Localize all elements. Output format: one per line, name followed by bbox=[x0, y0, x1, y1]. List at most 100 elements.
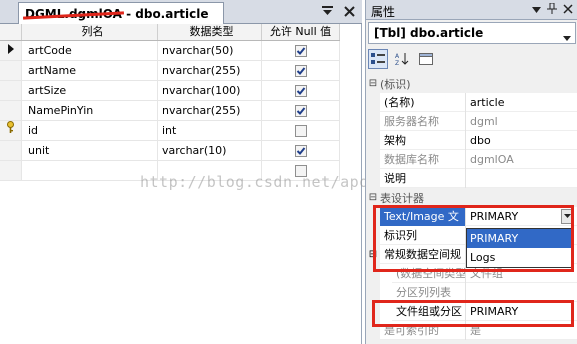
properties-panel: 属性 [Tbl] dbo.article AZ ⊟ (标识) (名称) arti… bbox=[365, 0, 577, 344]
chevron-down-icon bbox=[563, 30, 571, 44]
column-name-cell[interactable] bbox=[22, 161, 158, 180]
dropdown-arrow-icon[interactable] bbox=[561, 208, 574, 224]
property-schema[interactable]: 架构 dbo bbox=[366, 130, 577, 150]
table-row[interactable]: artCode nvarchar(50) bbox=[0, 41, 340, 61]
row-selector[interactable] bbox=[0, 121, 22, 140]
window-position-dropdown-icon[interactable] bbox=[532, 3, 541, 17]
row-selector[interactable] bbox=[0, 61, 22, 80]
properties-grid: ⊟ (标识) (名称) article 服务器名称 dgml 架构 dbo 数据库名称… bbox=[366, 74, 577, 340]
property-label: 标识列 bbox=[380, 225, 466, 245]
allow-null-checkbox[interactable] bbox=[294, 164, 307, 177]
alphabetical-view-icon[interactable]: AZ bbox=[392, 49, 412, 69]
data-type-header[interactable]: 数据类型 bbox=[158, 24, 262, 40]
collapse-icon[interactable]: ⊟ bbox=[366, 78, 380, 89]
dropdown-option-logs[interactable]: Logs bbox=[467, 248, 572, 267]
row-selector[interactable] bbox=[0, 101, 22, 120]
primary-key-icon bbox=[6, 121, 15, 140]
dropdown-option-primary[interactable]: PRIMARY bbox=[467, 229, 572, 248]
collapse-icon[interactable]: ⊟ bbox=[366, 192, 380, 203]
object-selector-value: [Tbl] dbo.article bbox=[374, 26, 484, 40]
properties-title: 属性 bbox=[371, 5, 396, 19]
table-row[interactable]: artName nvarchar(255) bbox=[0, 61, 340, 81]
column-name-cell[interactable]: artName bbox=[22, 61, 158, 80]
data-type-cell[interactable] bbox=[158, 161, 262, 180]
row-selector[interactable] bbox=[0, 141, 22, 160]
property-filegroup-or-partition[interactable]: 文件组或分区 PRIMARY bbox=[366, 301, 577, 321]
property-label: 是可索引的 bbox=[380, 320, 466, 340]
property-label: (数据空间类型) bbox=[392, 263, 466, 283]
property-is-indexable[interactable]: 是可索引的是 bbox=[366, 320, 577, 340]
property-database-name[interactable]: 数据库名称 dgmlOA bbox=[366, 149, 577, 169]
data-type-cell[interactable]: nvarchar(100) bbox=[158, 81, 262, 100]
data-type-cell[interactable]: varchar(10) bbox=[158, 141, 262, 160]
row-selector[interactable] bbox=[0, 81, 22, 100]
allow-null-checkbox[interactable] bbox=[294, 64, 307, 77]
column-name-header[interactable]: 列名 bbox=[22, 24, 158, 40]
property-text-image-filegroup[interactable]: Text/Image 文 PRIMARY bbox=[366, 206, 577, 226]
row-selector-header bbox=[0, 24, 22, 40]
column-name-cell[interactable]: artCode bbox=[22, 41, 158, 60]
table-row[interactable]: NamePinYin nvarchar(255) bbox=[0, 101, 340, 121]
allow-null-checkbox[interactable] bbox=[294, 44, 307, 57]
row-selector[interactable] bbox=[0, 41, 22, 60]
allow-null-cell bbox=[262, 81, 340, 100]
svg-text:Z: Z bbox=[395, 60, 399, 66]
close-icon[interactable] bbox=[342, 4, 356, 18]
property-label: 服务器名称 bbox=[380, 111, 466, 131]
property-value[interactable] bbox=[466, 169, 577, 188]
property-value[interactable]: dbo bbox=[466, 131, 577, 150]
object-selector[interactable]: [Tbl] dbo.article bbox=[368, 22, 576, 44]
data-type-cell[interactable]: int bbox=[158, 121, 262, 140]
column-name-cell[interactable]: unit bbox=[22, 141, 158, 160]
allow-null-cell bbox=[262, 101, 340, 120]
property-server-name[interactable]: 服务器名称 dgml bbox=[366, 111, 577, 131]
table-designer: DGML.dgmlOA - dbo.article 列名 数据类型 允许 Nul… bbox=[0, 0, 416, 344]
data-type-cell[interactable]: nvarchar(50) bbox=[158, 41, 262, 60]
pin-icon[interactable] bbox=[547, 2, 557, 17]
column-name-cell[interactable]: NamePinYin bbox=[22, 101, 158, 120]
property-partition-column-list[interactable]: 分区列列表 bbox=[366, 282, 577, 302]
categorized-view-icon[interactable] bbox=[368, 49, 388, 69]
svg-text:A: A bbox=[395, 53, 400, 60]
close-panel-icon[interactable] bbox=[563, 3, 573, 17]
allow-null-checkbox[interactable] bbox=[294, 84, 307, 97]
property-description[interactable]: 说明 bbox=[366, 168, 577, 188]
property-label: (名称) bbox=[380, 92, 466, 112]
property-pages-icon[interactable] bbox=[416, 49, 436, 69]
allow-null-header[interactable]: 允许 Null 值 bbox=[262, 24, 340, 40]
table-row[interactable]: artSize nvarchar(100) bbox=[0, 81, 340, 101]
property-label: 分区列列表 bbox=[392, 282, 466, 302]
document-tab-bar: DGML.dgmlOA - dbo.article bbox=[0, 0, 362, 24]
tab-title-database: DGML.dgmlOA bbox=[25, 7, 122, 21]
category-identity-label: (标识) bbox=[380, 77, 411, 91]
collapse-icon[interactable]: ⊟ bbox=[366, 244, 380, 264]
tab-title-table: - dbo.article bbox=[121, 7, 209, 21]
columns-grid: 列名 数据类型 允许 Null 值 artCode nvarchar(50) art… bbox=[0, 24, 340, 181]
property-value: dgml bbox=[470, 114, 498, 128]
tab-list-dropdown-icon[interactable] bbox=[320, 4, 334, 18]
allow-null-checkbox[interactable] bbox=[294, 144, 307, 157]
properties-title-bar: 属性 bbox=[366, 0, 577, 20]
table-row[interactable] bbox=[0, 161, 340, 181]
column-name-cell[interactable]: artSize bbox=[22, 81, 158, 100]
property-value[interactable]: article bbox=[466, 93, 577, 112]
property-name[interactable]: (名称) article bbox=[366, 92, 577, 112]
table-row[interactable]: id int bbox=[0, 121, 340, 141]
category-identity[interactable]: ⊟ (标识) bbox=[366, 74, 577, 93]
allow-null-cell bbox=[262, 141, 340, 160]
row-selector[interactable] bbox=[0, 161, 22, 180]
allow-null-cell bbox=[262, 121, 340, 140]
data-type-cell[interactable]: nvarchar(255) bbox=[158, 101, 262, 120]
property-value[interactable]: PRIMARY bbox=[466, 302, 577, 321]
column-name-cell[interactable]: id bbox=[22, 121, 158, 140]
filegroup-dropdown-list: PRIMARY Logs bbox=[466, 228, 573, 268]
allow-null-checkbox[interactable] bbox=[294, 104, 307, 117]
category-table-designer[interactable]: ⊟ 表设计器 bbox=[366, 188, 577, 207]
data-type-cell[interactable]: nvarchar(255) bbox=[158, 61, 262, 80]
property-label: 数据库名称 bbox=[380, 149, 466, 169]
grid-body: artCode nvarchar(50) artName nvarchar(255) a… bbox=[0, 41, 340, 181]
table-row[interactable]: unit varchar(10) bbox=[0, 141, 340, 161]
document-tab-article[interactable]: DGML.dgmlOA - dbo.article bbox=[18, 2, 224, 24]
allow-null-checkbox[interactable] bbox=[294, 124, 307, 137]
category-table-designer-label: 表设计器 bbox=[380, 191, 424, 205]
